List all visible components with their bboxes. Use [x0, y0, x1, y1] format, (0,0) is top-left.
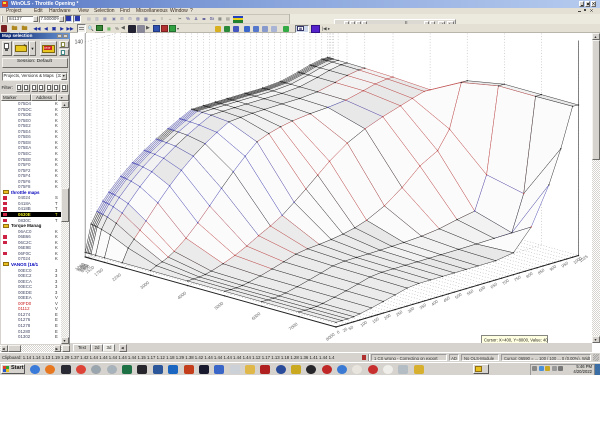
svg-text:140: 140	[75, 40, 84, 46]
svg-text:Cursor: X=400, Y=8000, Value:: Cursor: X=400, Y=8000, Value: 40	[484, 338, 548, 343]
